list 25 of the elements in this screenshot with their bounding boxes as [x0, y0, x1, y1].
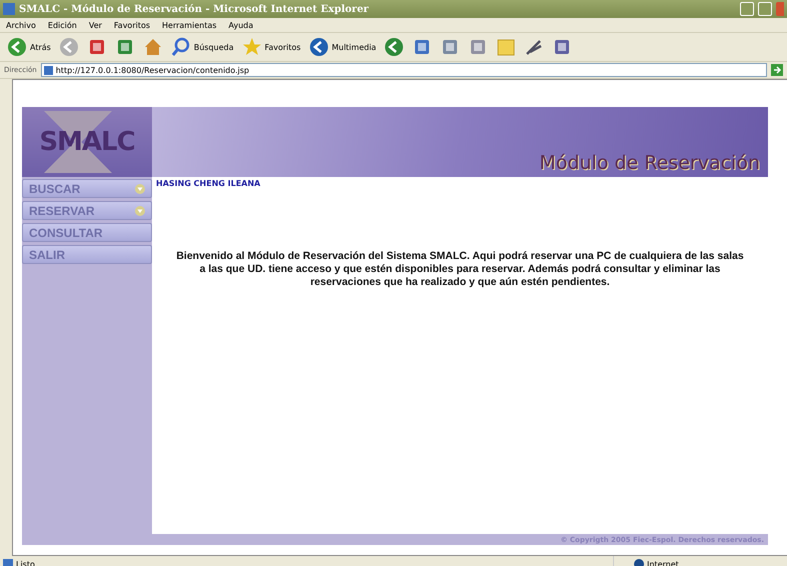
toolbar-button[interactable]: Búsqueda — [170, 36, 235, 58]
menu-item[interactable]: Edición — [48, 20, 77, 30]
go-arrow-icon[interactable] — [771, 64, 783, 76]
toolbar-button[interactable]: Multimedia — [308, 36, 378, 58]
menu-item[interactable]: Favoritos — [114, 20, 150, 30]
pen-icon — [524, 37, 544, 57]
toolbar-button[interactable]: Atrás — [6, 36, 52, 58]
globe-icon — [634, 559, 644, 566]
window-title: SMALC - Módulo de Reservación - Microsoft Internet Explorer — [19, 4, 370, 14]
minimize-button[interactable] — [740, 2, 754, 16]
page-title: Módulo de Reservación — [539, 152, 760, 174]
search-icon — [170, 37, 191, 57]
home-icon — [142, 37, 163, 57]
back-icon — [7, 37, 27, 57]
user-name: HASING CHENG ILEANA — [156, 179, 262, 188]
favorites-icon — [242, 37, 262, 57]
menu-item[interactable]: Ver — [88, 20, 102, 30]
address-field[interactable]: http://127.0.0.1:8080/Reservacion/contenido.jsp — [40, 63, 767, 77]
welcome-text: Bienvenido al Módulo de Reservación del Sistema SMALC. Aqui podrá reservar una PC de cualquiera de las salas a las que UD. tiene acceso y que estén disponibles para reservar. Además podrá consultar y eliminar las reservaciones que ha realizado y que aún estén pendientes. — [176, 250, 744, 289]
menu-item[interactable]: Ayuda — [228, 20, 254, 30]
menu-item[interactable]: Archivo — [6, 20, 36, 30]
maximize-button[interactable] — [758, 2, 772, 16]
logo-text: SMALC — [39, 127, 135, 157]
toolbar-button[interactable]: Favoritos — [240, 36, 302, 58]
menu-item[interactable]: Herramientas — [162, 20, 217, 30]
